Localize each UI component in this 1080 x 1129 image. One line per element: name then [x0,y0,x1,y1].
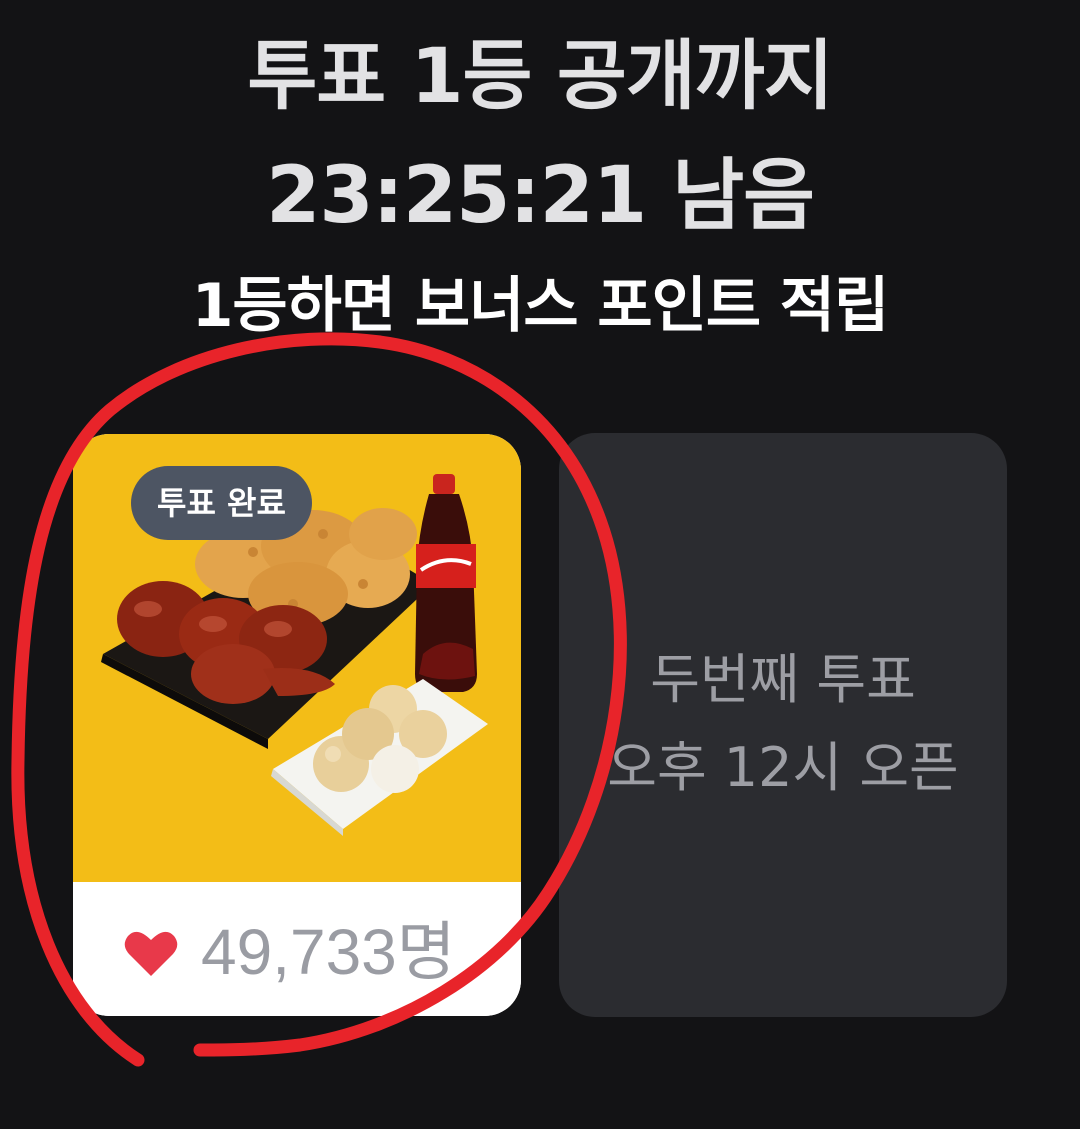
heart-icon [124,931,178,976]
countdown-timer: 23:25:21 남음 [266,151,815,241]
vote-count: 49,733명 [201,916,456,988]
vote-screen: 투표 1등 공개까지 23:25:21 남음 1등하면 보너스 포인트 적립 투… [0,0,1080,1129]
bonus-subtitle: 1등하면 보너스 포인트 적립 [191,271,890,341]
chicken-set-image: 투표 완료 [73,434,521,882]
countdown-title: 투표 1등 공개까지 [247,31,833,120]
vote-count-row: 49,733명 [73,882,521,1016]
voted-badge: 투표 완료 [131,466,312,540]
vote-card-upcoming: 두번째 투표 오후 12시 오픈 [559,433,1007,1017]
second-vote-label: 두번째 투표 [650,648,916,711]
vote-card-chicken[interactable]: 투표 완료 49,733명 [73,434,521,1016]
second-vote-open-time: 오후 12시 오픈 [607,736,959,799]
